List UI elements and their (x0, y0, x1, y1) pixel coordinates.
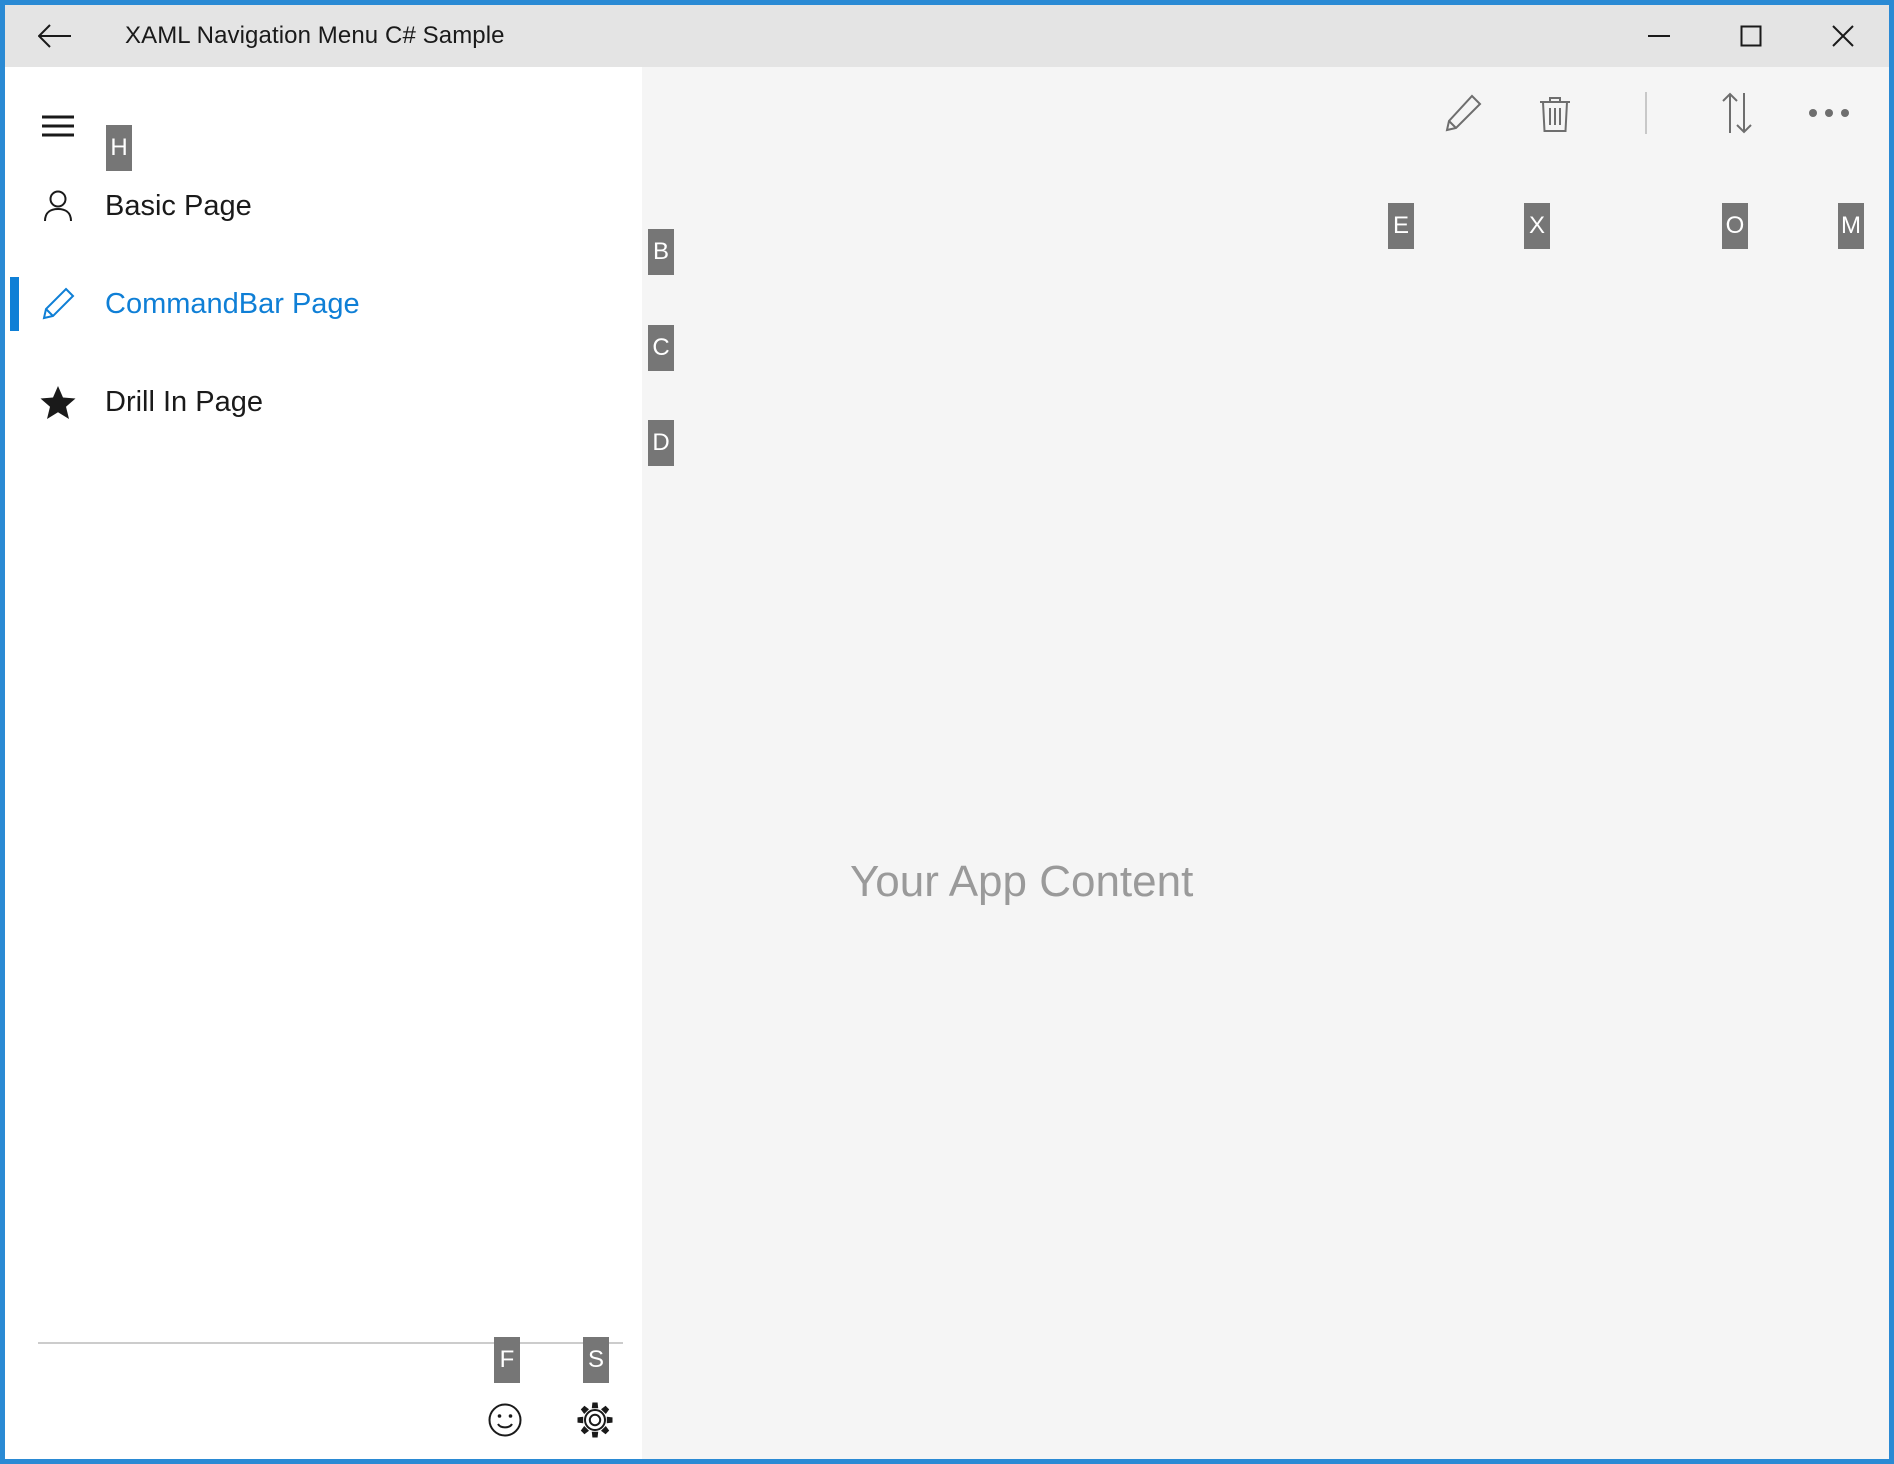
sidebar-item-label: Basic Page (105, 190, 252, 223)
gear-icon (576, 1401, 614, 1439)
settings-button[interactable] (550, 1382, 640, 1458)
access-key-badge-settings: S (583, 1337, 609, 1383)
sort-up-down-arrows-icon (1718, 91, 1756, 135)
pencil-icon (19, 265, 97, 343)
page-title: XAML Navigation Menu C# Sample (125, 22, 505, 50)
access-key-badge-feedback: F (494, 1337, 520, 1383)
minimize-icon (1647, 30, 1671, 42)
sidebar-item-label: CommandBar Page (105, 288, 360, 321)
ellipsis-icon (1808, 107, 1850, 119)
access-key-badge-sort: O (1722, 203, 1748, 249)
commandbar-more-button[interactable] (1783, 67, 1875, 159)
maximize-icon (1740, 25, 1762, 47)
close-button[interactable] (1797, 5, 1889, 67)
commandbar-edit-button[interactable] (1417, 67, 1509, 159)
sidebar-item-drill-in-page[interactable]: Drill In Page (5, 363, 642, 441)
title-bar: XAML Navigation Menu C# Sample (5, 5, 1889, 67)
person-icon (19, 167, 97, 245)
sidebar-item-basic-page[interactable]: Basic Page (5, 167, 642, 245)
close-icon (1831, 24, 1855, 48)
access-key-badge-basic-page: B (648, 229, 674, 275)
pencil-icon (1443, 93, 1483, 133)
commandbar-separator (1645, 92, 1647, 134)
trash-can-icon (1538, 93, 1572, 133)
access-key-badge-hamburger: H (106, 125, 132, 171)
access-key-badge-delete: X (1524, 203, 1550, 249)
access-key-badge-drill-in-page: D (648, 420, 674, 466)
smiley-face-icon (487, 1402, 523, 1438)
sidebar-item-label: Drill In Page (105, 386, 263, 419)
commandbar-sort-button[interactable] (1691, 67, 1783, 159)
app-content-placeholder: Your App Content (672, 857, 1859, 907)
access-key-badge-more: M (1838, 203, 1864, 249)
hamburger-menu-icon (41, 114, 75, 138)
content-pane: Your App Content (642, 67, 1889, 1459)
window-body: Basic Page CommandBar Page (5, 67, 1889, 1459)
window-controls (1613, 5, 1889, 67)
sidebar-divider (38, 1342, 623, 1344)
selection-accent-bar (10, 277, 19, 331)
minimize-button[interactable] (1613, 5, 1705, 67)
back-button[interactable] (23, 5, 87, 67)
access-key-badge-commandbar-page: C (648, 325, 674, 371)
sidebar-item-commandbar-page[interactable]: CommandBar Page (5, 265, 642, 343)
commandbar-delete-button[interactable] (1509, 67, 1601, 159)
navigation-pane: Basic Page CommandBar Page (5, 67, 642, 1459)
star-icon (19, 363, 97, 441)
app-window: XAML Navigation Menu C# Sample (0, 0, 1894, 1464)
hamburger-row (5, 87, 642, 165)
access-key-badge-edit: E (1388, 203, 1414, 249)
command-bar (1417, 67, 1875, 159)
back-arrow-icon (38, 23, 72, 49)
feedback-button[interactable] (460, 1382, 550, 1458)
hamburger-menu-button[interactable] (19, 87, 97, 165)
maximize-button[interactable] (1705, 5, 1797, 67)
sidebar-bottom-buttons (460, 1382, 640, 1458)
